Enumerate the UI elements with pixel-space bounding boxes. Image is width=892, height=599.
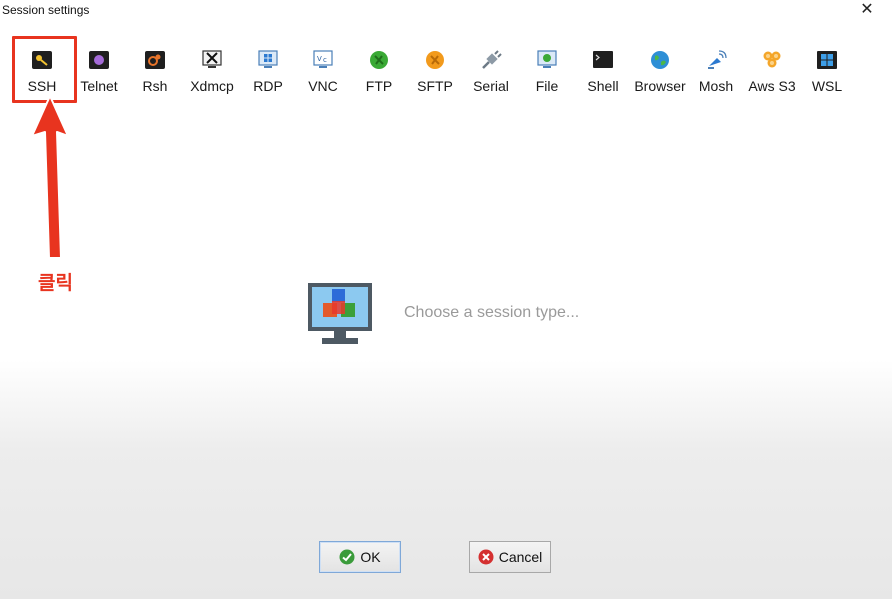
session-monitor-cubes-icon <box>308 283 372 344</box>
session-type-label: Browser <box>634 78 686 94</box>
session-type-browser[interactable]: Browser <box>633 46 687 100</box>
session-type-label: FTP <box>365 78 393 94</box>
session-type-label: Rsh <box>142 78 168 94</box>
title-bar: Session settings ✕ <box>0 0 892 22</box>
cancel-button[interactable]: Cancel <box>469 541 551 573</box>
session-type-xdmcp[interactable]: Xdmcp <box>186 46 238 100</box>
sftp-icon <box>426 51 444 69</box>
session-type-vnc[interactable]: V c VNC <box>300 46 346 100</box>
session-type-toolbar: SSH Telnet Rsh Xdmcp RDP V c VNC FTP SFT… <box>16 46 886 106</box>
session-type-telnet[interactable]: Telnet <box>74 46 124 100</box>
session-type-label: Telnet <box>80 78 118 94</box>
cancel-x-icon <box>478 549 494 565</box>
ftp-icon <box>370 51 388 69</box>
session-type-ftp[interactable]: FTP <box>356 46 402 100</box>
file-icon <box>537 50 557 68</box>
mosh-satellite-icon <box>708 50 727 69</box>
session-type-label: File <box>535 78 559 94</box>
rsh-icon <box>145 51 165 69</box>
choose-session-prompt: Choose a session type... <box>404 304 580 321</box>
browser-globe-icon <box>651 51 669 69</box>
svg-text:V: V <box>317 55 322 63</box>
wsl-icon <box>817 51 837 69</box>
aws-s3-icon <box>763 51 781 68</box>
red-arrow-icon <box>31 95 69 259</box>
session-type-aws-s3[interactable]: Aws S3 <box>745 46 799 100</box>
shell-icon <box>593 51 613 68</box>
xdmcp-icon <box>202 50 222 68</box>
session-type-label: Serial <box>473 78 509 94</box>
session-type-label: Aws S3 <box>748 78 796 94</box>
session-type-file[interactable]: File <box>524 46 570 100</box>
click-annotation: 클릭 <box>38 273 73 294</box>
session-type-rsh[interactable]: Rsh <box>130 46 180 100</box>
session-type-label: Xdmcp <box>190 78 234 94</box>
rdp-icon <box>258 50 278 68</box>
session-type-shell[interactable]: Shell <box>580 46 626 100</box>
session-type-wsl[interactable]: WSL <box>806 46 848 100</box>
window-title: Session settings <box>2 3 90 17</box>
telnet-icon <box>89 51 109 69</box>
session-type-serial[interactable]: Serial <box>466 46 516 100</box>
ok-button-label: OK <box>360 549 381 565</box>
session-type-sftp[interactable]: SFTP <box>411 46 459 100</box>
check-icon <box>339 549 355 565</box>
ok-button[interactable]: OK <box>319 541 401 573</box>
serial-plug-icon <box>482 50 502 69</box>
session-type-rdp[interactable]: RDP <box>244 46 292 100</box>
close-button[interactable]: ✕ <box>856 0 878 22</box>
cancel-button-label: Cancel <box>498 549 543 565</box>
session-type-label: Mosh <box>698 78 734 94</box>
session-type-label: WSL <box>811 78 843 94</box>
svg-text:c: c <box>323 56 327 64</box>
session-type-label: VNC <box>308 78 338 94</box>
session-type-label: SFTP <box>417 78 453 94</box>
vnc-icon: V c <box>313 50 333 68</box>
session-type-mosh[interactable]: Mosh <box>693 46 739 100</box>
session-type-label: RDP <box>253 78 283 94</box>
session-type-label: Shell <box>587 78 619 94</box>
